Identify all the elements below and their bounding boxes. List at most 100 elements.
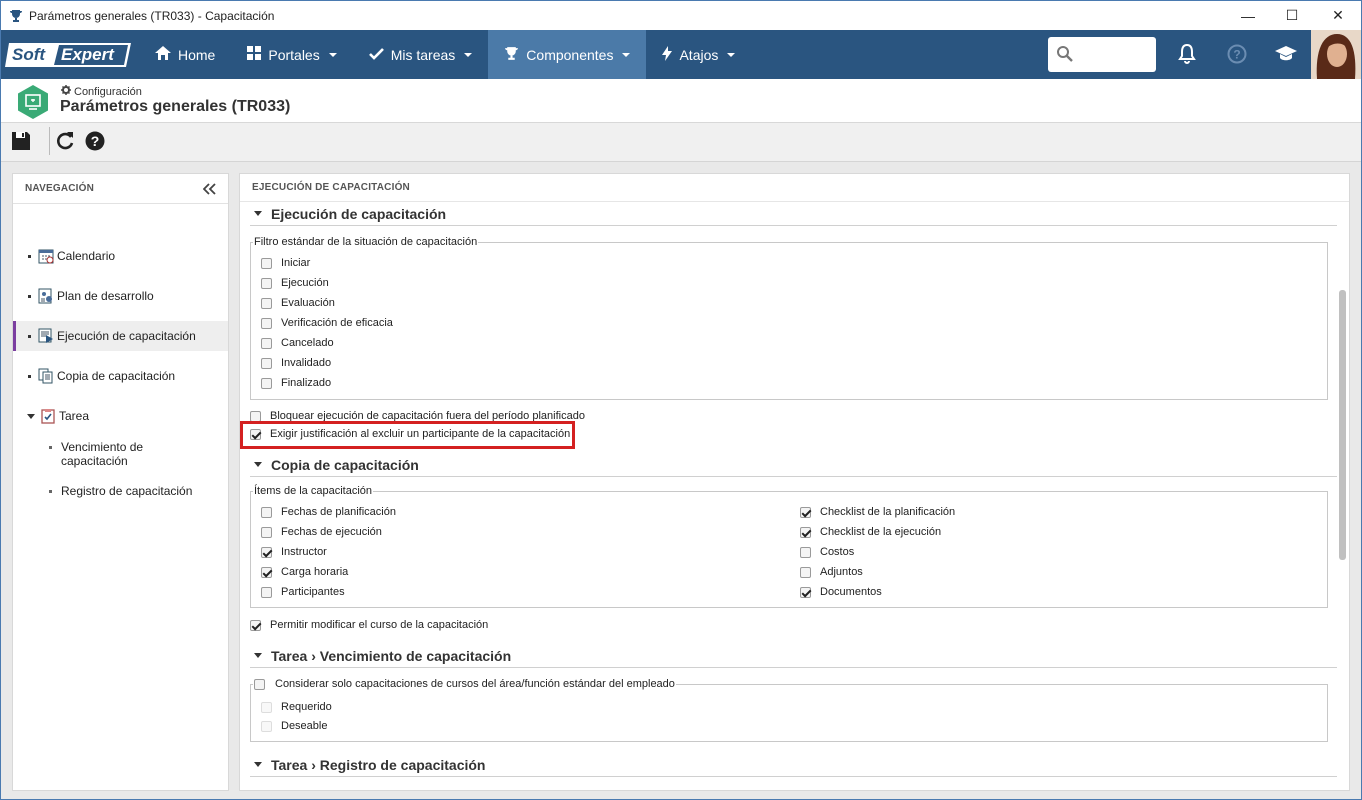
expand-triangle-icon[interactable] [27,413,35,419]
help-icon[interactable]: ? [83,129,107,153]
nav-item-tarea[interactable]: Tarea [13,401,228,431]
nav-item-label: Ejecución de capacitación [57,329,196,343]
checkbox-box[interactable] [800,526,811,538]
item-checkbox[interactable]: Carga horaria [261,566,348,578]
collapse-panel-icon[interactable] [202,183,216,198]
checkbox-box[interactable] [261,257,272,269]
nav-item-calendario[interactable]: Calendario [13,241,228,271]
checkbox-box [261,720,272,732]
collapse-triangle-icon[interactable] [254,462,262,467]
svg-text:?: ? [1233,48,1240,62]
checkbox-box[interactable] [261,277,272,289]
nav-home-label: Home [178,46,216,63]
filter-checkbox[interactable]: Finalizado [261,377,331,389]
page-header: Configuración Parámetros generales (TR03… [1,79,1361,123]
nav-item-plan-de-desarrollo[interactable]: Plan de desarrollo [13,281,228,311]
section-title: Tarea › Registro de capacitación [271,756,486,773]
checkbox-box[interactable] [261,586,272,598]
item-checkbox[interactable]: Participantes [261,586,345,598]
nav-subitem-registro[interactable]: Registro de capacitación [49,484,192,498]
graduation-cap-icon[interactable] [1274,42,1298,66]
checkbox-box[interactable] [261,566,272,578]
item-checkbox[interactable]: Adjuntos [800,566,863,578]
checkbox-box[interactable] [250,619,261,631]
home-icon [155,46,171,63]
checkbox-label: Carga horaria [281,566,349,578]
content-scrollbar[interactable] [1339,290,1346,560]
checkbox-box[interactable] [800,566,811,578]
filter-checkbox[interactable]: Cancelado [261,337,334,349]
filter-checkbox[interactable]: Invalidado [261,357,331,369]
filter-checkbox[interactable]: Iniciar [261,257,310,269]
item-checkbox[interactable]: Fechas de planificación [261,506,396,518]
search-input[interactable] [1048,37,1156,72]
nav-item-ejecucion-de-capacitacion[interactable]: Ejecución de capacitación [13,321,228,351]
item-checkbox[interactable]: Instructor [261,546,327,558]
softexpert-logo[interactable]: Soft Expert [5,40,131,70]
checkbox-box[interactable] [250,410,261,422]
nav-atajos[interactable]: Atajos [646,30,751,79]
filter-checkbox[interactable]: Evaluación [261,297,335,309]
checkbox-box[interactable] [261,546,272,558]
item-checkbox[interactable]: Documentos [800,586,882,598]
item-checkbox[interactable]: Checklist de la planificación [800,506,955,518]
minimize-button[interactable]: — [1225,1,1271,30]
section-registro-header[interactable]: Tarea › Registro de capacitación [250,753,1337,777]
fieldset-legend: Filtro estándar de la situación de capac… [253,236,479,248]
nav-item-label: Calendario [57,249,116,263]
checkbox-label: Costos [820,546,855,558]
development-plan-icon [38,288,54,304]
app-window: Parámetros generales (TR033) - Capacitac… [0,0,1362,800]
checkbox-box[interactable] [261,506,272,518]
allow-modify-course-checkbox[interactable]: Permitir modificar el curso de la capaci… [250,619,488,631]
breadcrumb-label[interactable]: Configuración [74,86,142,98]
nav-mis-tareas[interactable]: Mis tareas [353,30,489,79]
refresh-icon[interactable] [53,129,77,153]
checkbox-box[interactable] [261,337,272,349]
breadcrumb: Configuración [61,85,142,98]
section-copia-header[interactable]: Copia de capacitación [250,453,1337,477]
checkbox-box[interactable] [800,506,811,518]
nav-componentes[interactable]: Componentes [488,30,647,79]
checkbox-box[interactable] [800,546,811,558]
collapse-triangle-icon[interactable] [254,762,262,767]
nav-home[interactable]: Home [139,30,231,79]
bolt-icon [662,45,673,64]
nav-item-copia-de-capacitacion[interactable]: Copia de capacitación [13,361,228,391]
checkbox-box[interactable] [250,428,261,440]
checkbox-box[interactable] [261,317,272,329]
nav-subitem-vencimiento[interactable]: Vencimiento de capacitación [49,440,169,468]
maximize-button[interactable]: ☐ [1269,1,1315,30]
collapse-triangle-icon[interactable] [254,653,262,658]
legend-label: Considerar solo capacitaciones de cursos… [275,678,675,690]
nav-portales[interactable]: Portales [231,30,352,79]
item-checkbox[interactable]: Checklist de la ejecución [800,526,941,538]
calendar-icon [38,248,54,264]
item-checkbox[interactable]: Fechas de ejecución [261,526,382,538]
user-avatar[interactable] [1311,30,1361,79]
section-ejecucion-header[interactable]: Ejecución de capacitación [250,202,1337,226]
collapse-triangle-icon[interactable] [254,211,262,216]
item-checkbox[interactable]: Costos [800,546,854,558]
checkbox-label: Exigir justificación al excluir un parti… [270,428,571,440]
help-circle-icon[interactable]: ? [1225,42,1249,66]
bell-icon[interactable] [1175,42,1199,66]
checkbox-label: Cancelado [281,337,334,349]
section-vencimiento-header[interactable]: Tarea › Vencimiento de capacitación [250,644,1337,668]
save-icon[interactable] [9,129,33,153]
checkbox-box[interactable] [261,377,272,389]
checkbox-label: Participantes [281,586,345,598]
checkbox-box[interactable] [261,526,272,538]
checkbox-box[interactable] [261,297,272,309]
checkbox-label: Checklist de la ejecución [820,526,942,538]
checkbox-box[interactable] [261,357,272,369]
close-button[interactable]: ✕ [1315,1,1361,30]
filter-checkbox[interactable]: Ejecución [261,277,329,289]
checkbox-box[interactable] [800,586,811,598]
filter-checkbox[interactable]: Verificación de eficacia [261,317,393,329]
checkbox-box[interactable] [254,678,265,690]
nav-item-label: Plan de desarrollo [57,289,154,303]
section-title: Copia de capacitación [271,456,419,473]
area-function-fieldset: Considerar solo capacitaciones de cursos… [250,678,1328,742]
require-justification-checkbox[interactable]: Exigir justificación al excluir un parti… [250,428,571,440]
